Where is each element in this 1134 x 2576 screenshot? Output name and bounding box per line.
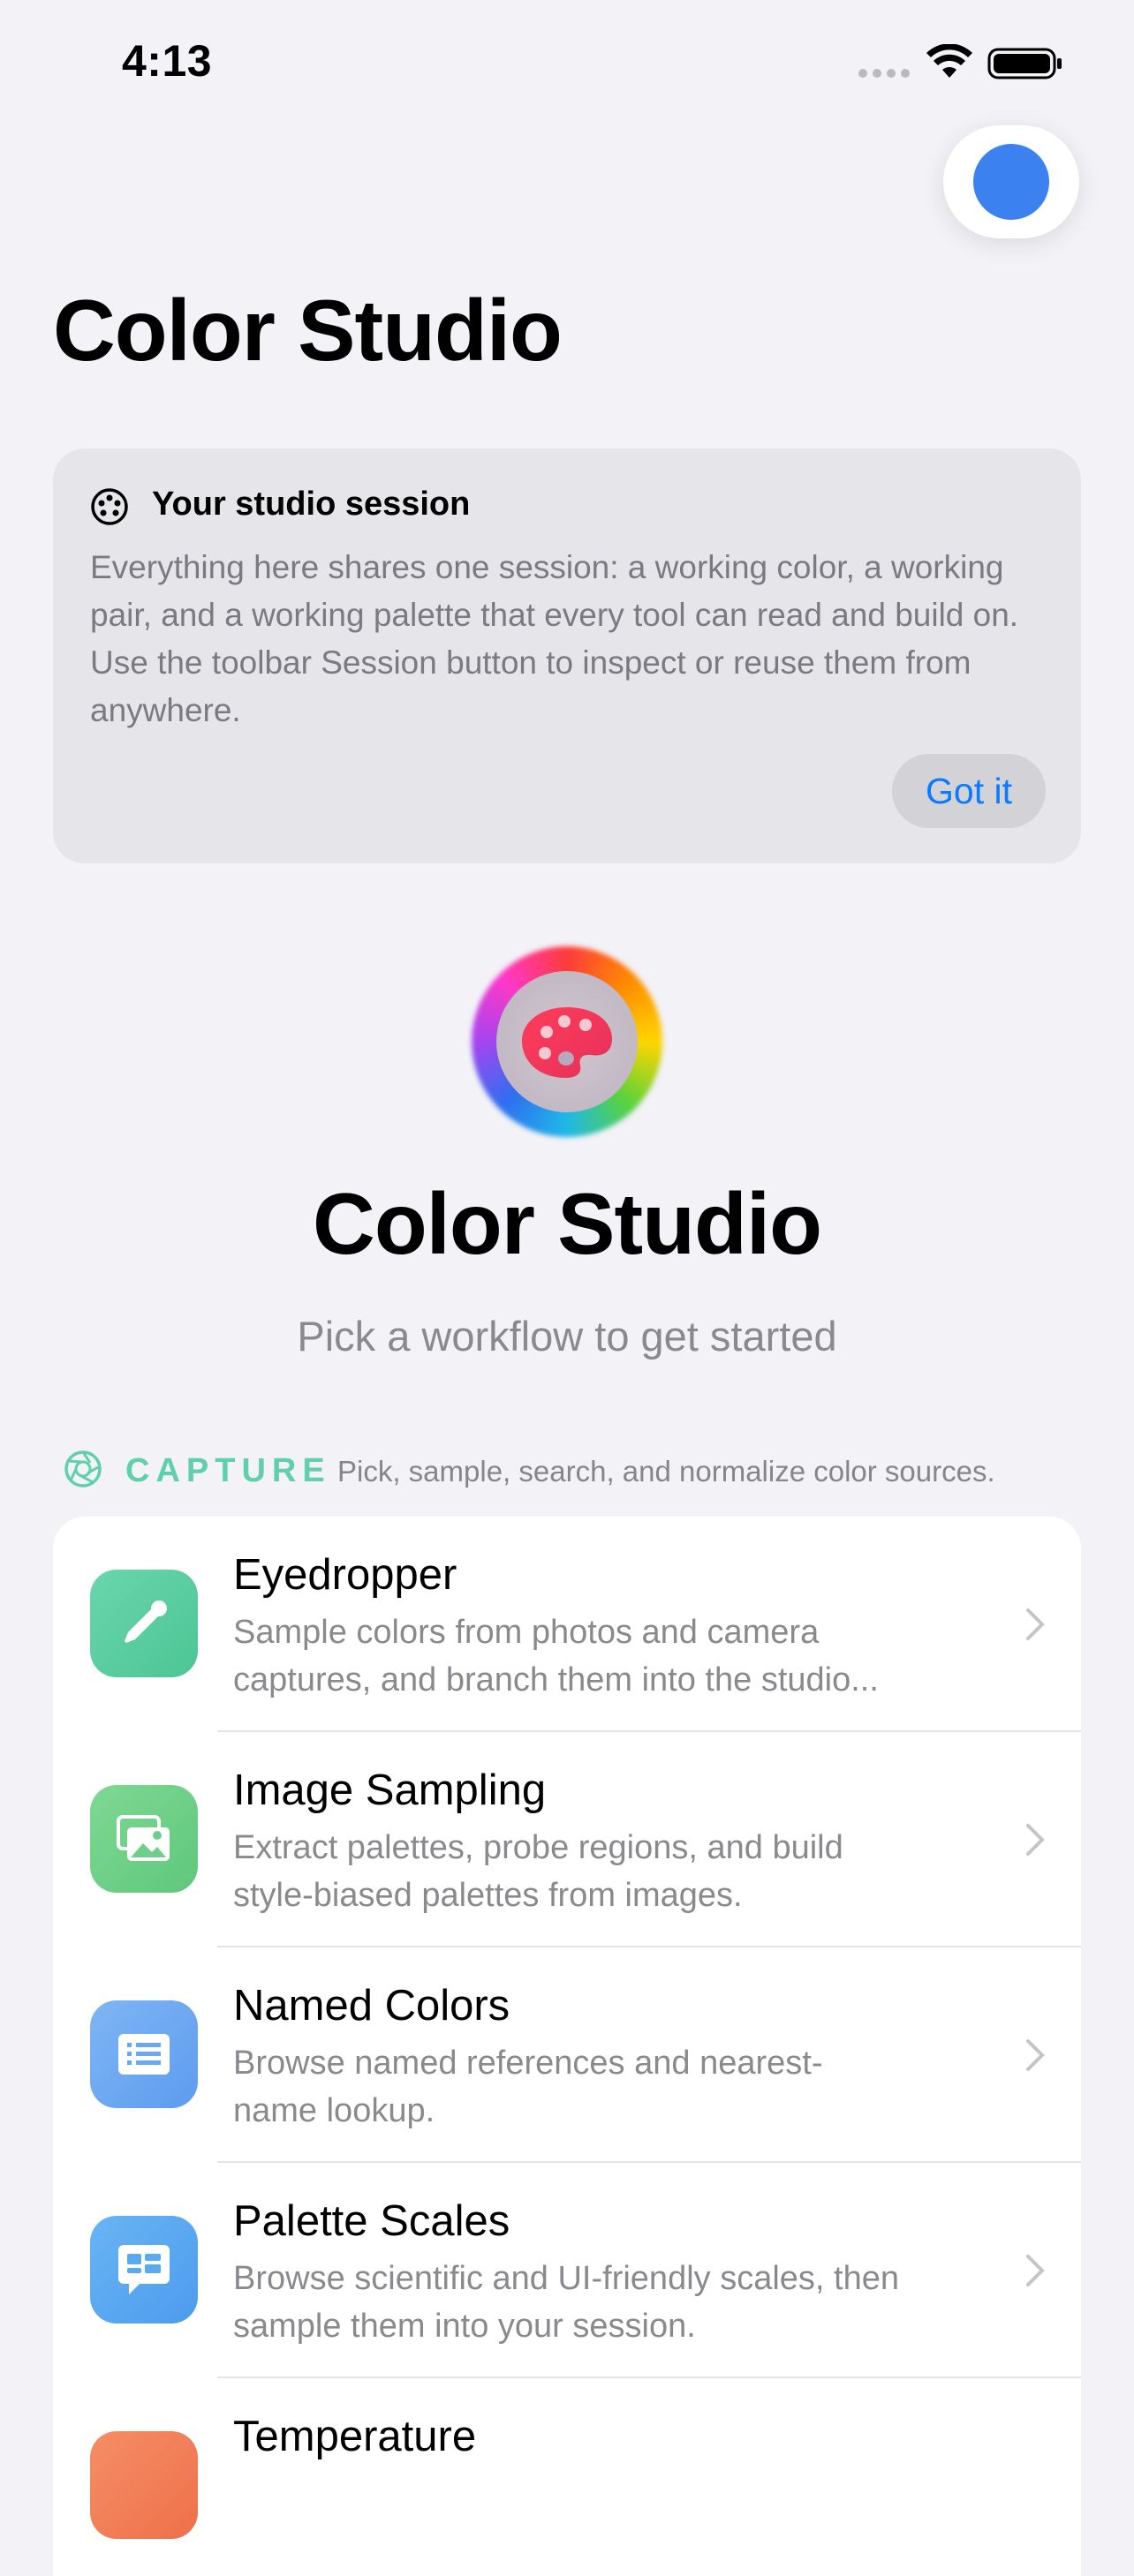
chevron-right-icon [1026,2255,1045,2286]
workflow-list: Eyedropper Sample colors from photos and… [53,1517,1081,2576]
tip-title: Your studio session [152,486,471,523]
chevron-right-icon [1026,2039,1045,2071]
row-description: Extract palettes, probe regions, and bui… [233,1829,843,1914]
page-title: Color Studio [53,282,563,379]
tip-body: Everything here shares one session: a wo… [90,549,1019,728]
row-description: Sample colors from photos and camera cap… [233,1614,879,1699]
list-item-eyedropper[interactable]: Eyedropper Sample colors from photos and… [53,1517,1081,1732]
thermometer-icon [90,2431,198,2539]
row-title: Named Colors [233,1982,510,2030]
paint-palette-icon [522,1007,612,1078]
wifi-icon [926,44,972,78]
session-button[interactable] [943,125,1079,238]
section-title: CAPTURE [125,1452,331,1489]
hero-subtitle: Pick a workflow to get started [297,1313,837,1360]
row-description: Browse scientific and UI-friendly scales… [233,2260,899,2345]
working-color-swatch [973,144,1049,220]
row-title: Eyedropper [233,1551,457,1599]
session-tip-card: Your studio session Everything here shar… [53,448,1081,863]
got-it-button[interactable]: Got it [892,754,1046,828]
list-item-named-colors[interactable]: Named Colors Browse named references and… [53,1947,1081,2163]
row-title: Palette Scales [233,2197,510,2245]
eyedropper-icon [90,1570,198,1677]
row-title: Temperature [233,2413,477,2460]
scales-icon [90,2216,198,2324]
row-title: Image Sampling [233,1766,547,1814]
hero-title: Color Studio [313,1175,822,1272]
list-item-temperature[interactable]: Temperature [53,2378,1081,2576]
aperture-icon [64,1450,102,1488]
photo-stack-icon [90,1785,198,1893]
app-logo [496,971,638,1112]
palette-wheel-icon [91,488,128,525]
list-item-palette-scales[interactable]: Palette Scales Browse scientific and UI-… [53,2163,1081,2378]
chevron-right-icon [1026,1824,1045,1856]
battery-icon [987,48,1062,79]
list-icon [90,2000,198,2108]
row-description: Browse named references and nearest-name… [233,2045,823,2129]
section-description: Pick, sample, search, and normalize colo… [337,1455,995,1488]
chevron-right-icon [1026,1608,1045,1640]
status-time: 4:13 [122,36,213,86]
cellular-signal-icon [858,69,910,78]
list-item-image-sampling[interactable]: Image Sampling Extract palettes, probe r… [53,1732,1081,1947]
